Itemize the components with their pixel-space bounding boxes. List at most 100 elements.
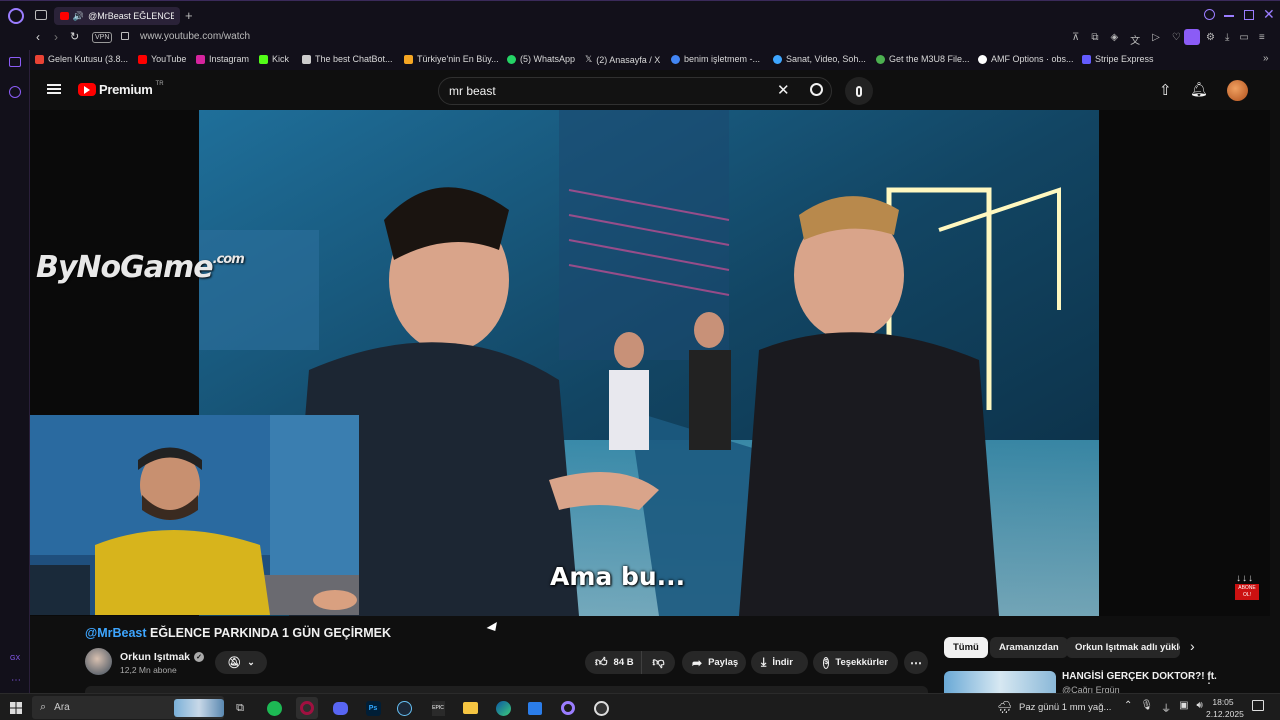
microphone-tray-icon[interactable]: 🎙︎	[1140, 700, 1153, 715]
clock[interactable]: 18:05 2.12.2025	[1206, 697, 1244, 719]
recommended-thumbnail[interactable]	[944, 671, 1056, 693]
bookmark-youtube[interactable]: YouTube	[138, 54, 186, 64]
more-actions-button[interactable]: ⋯	[904, 651, 928, 674]
tray-chevron-icon[interactable]: ⌃	[1124, 700, 1132, 715]
dislike-button[interactable]: 👎︎	[641, 651, 675, 674]
channel-name-row[interactable]: Orkun Işıtmak ✓	[120, 651, 205, 663]
network-icon[interactable]: ▣	[1179, 700, 1188, 715]
bookmark-github[interactable]: AMF Options · obs...	[978, 54, 1074, 64]
edge-icon[interactable]	[492, 697, 514, 719]
extension-active-icon[interactable]	[1184, 29, 1200, 45]
notifications-bell-icon[interactable]: 🔔︎	[1190, 81, 1208, 98]
translate-icon[interactable]: 文	[1130, 32, 1140, 47]
speaker-icon[interactable]: 🔊	[73, 11, 84, 22]
bookmark-instagram[interactable]: Instagram	[196, 54, 249, 64]
url-text[interactable]: www.youtube.com/watch	[140, 31, 250, 42]
microsoft-store-icon[interactable]	[524, 697, 546, 719]
weather-text[interactable]: Paz günü 1 mm yağ...	[1019, 702, 1111, 713]
steam-icon[interactable]	[393, 697, 415, 719]
tab-search-icon[interactable]	[1204, 9, 1215, 20]
bookmark-kick[interactable]: Kick	[259, 54, 289, 64]
shield-icon[interactable]: ◈	[1110, 32, 1118, 47]
lock-icon[interactable]	[121, 32, 129, 40]
chip-from-search[interactable]: Aramanızdan	[990, 637, 1068, 658]
search-input[interactable]: mr beast	[438, 77, 832, 105]
youtube-logo[interactable]: Premium TR	[78, 81, 164, 97]
tab-active[interactable]: 🔊 @MrBeast EĞLENCE P	[54, 7, 180, 25]
wallet-icon[interactable]: ▭	[1239, 32, 1248, 43]
obs-icon[interactable]	[590, 697, 612, 719]
opera-taskbar-icon[interactable]	[557, 697, 579, 719]
bookmark-chatbot[interactable]: The best ChatBot...	[302, 54, 393, 64]
notification-center-icon[interactable]	[1252, 700, 1264, 711]
bookmark-store[interactable]: Türkiye'nin En Büy...	[404, 54, 499, 64]
sidebar-store-icon[interactable]	[9, 57, 21, 67]
video-player[interactable]: ByNoGame.com Ama bu... ↓↓↓ ABONE OL!	[30, 110, 1270, 616]
heart-icon[interactable]: ♡	[1172, 32, 1181, 47]
account-avatar[interactable]	[1227, 80, 1248, 101]
chip-all[interactable]: Tümü	[944, 637, 988, 658]
play-icon[interactable]: ▷	[1152, 32, 1160, 47]
address-bar: ‹ › ↻ VPN www.youtube.com/watch ⊼ ⧉ ◈ 文 …	[0, 26, 1280, 50]
recommended-title[interactable]: HANGİSİ GERÇEK DOKTOR?! ft.	[1062, 671, 1217, 682]
file-explorer-icon[interactable]	[459, 697, 481, 719]
bookmark-whatsapp[interactable]: (5) WhatsApp	[507, 54, 575, 64]
search-icon[interactable]	[810, 83, 823, 96]
opera-gx-taskbar-icon[interactable]	[296, 697, 318, 719]
bookmark-x[interactable]: 𝕏 (2) Anasayfa / X	[585, 54, 660, 65]
back-icon[interactable]: ‹	[36, 30, 40, 44]
vpn-badge[interactable]: VPN	[92, 32, 113, 43]
bookmark-sanat[interactable]: Sanat, Video, Soh...	[773, 54, 866, 64]
epic-games-icon[interactable]: EPIC	[427, 697, 449, 719]
title-mention-link[interactable]: @MrBeast	[85, 626, 147, 640]
pin-icon[interactable]: ⊼	[1072, 32, 1079, 47]
workspace-icon[interactable]	[35, 10, 47, 20]
weather-icon[interactable]: 🌧︎	[997, 700, 1012, 714]
usb-icon[interactable]: ⏚	[1161, 700, 1171, 715]
forward-icon[interactable]: ›	[54, 30, 58, 44]
start-button[interactable]	[5, 697, 27, 719]
sidebar-more-icon[interactable]: ⋯	[11, 675, 21, 686]
upload-icon[interactable]: ⇧	[1159, 81, 1172, 99]
bookmark-google[interactable]: benim işletmem -...	[671, 54, 760, 64]
clear-search-icon[interactable]: ✕	[777, 81, 790, 99]
minimize-icon[interactable]	[1224, 15, 1234, 17]
chips-next-icon[interactable]: ›	[1190, 638, 1195, 654]
subscribe-badge[interactable]: ABONE OL!	[1235, 584, 1259, 600]
task-view-icon[interactable]: ⧉	[229, 697, 251, 719]
chip-channel-uploads[interactable]: Orkun Işıtmak adlı yükle	[1066, 637, 1180, 658]
bookmark-stripe[interactable]: Stripe Express	[1082, 54, 1154, 64]
new-tab-button[interactable]: +	[185, 8, 193, 23]
download-icon[interactable]: ⤓	[1225, 32, 1229, 43]
opera-logo-icon[interactable]	[8, 8, 24, 24]
like-button[interactable]: 👍︎ 84 B	[585, 651, 641, 674]
close-window-icon[interactable]: ✕	[1263, 6, 1275, 23]
bookmarks-more-icon[interactable]: »	[1263, 53, 1269, 64]
menu-icon[interactable]: ≡	[1259, 32, 1265, 43]
history-icon[interactable]	[9, 86, 21, 98]
discord-icon[interactable]	[329, 697, 351, 719]
bookmark-gmail[interactable]: Gelen Kutusu (3.8...	[35, 54, 128, 64]
download-button[interactable]: ⤓ İndir	[751, 651, 808, 674]
share-button[interactable]: ➦ Paylaş	[682, 651, 746, 674]
recommended-menu-icon[interactable]: ⋮	[1203, 672, 1215, 686]
search-highlight-image	[174, 698, 224, 717]
recommended-channel[interactable]: @Çağrı Ergün	[1062, 685, 1120, 693]
taskbar-search[interactable]: ⌕ Ara	[32, 696, 224, 719]
snapshot-icon[interactable]: ⧉	[1091, 32, 1098, 47]
volume-icon[interactable]: 🔊︎	[1197, 700, 1203, 715]
photoshop-icon[interactable]: Ps	[362, 697, 384, 719]
gx-icon[interactable]: GX	[10, 655, 20, 662]
thanks-button[interactable]: $ Teşekkürler	[813, 651, 898, 674]
bookmark-m3u8[interactable]: Get the M3U8 File...	[876, 54, 970, 64]
channel-name[interactable]: Orkun Işıtmak	[120, 651, 190, 663]
extensions-icon[interactable]: ⚙	[1206, 32, 1215, 43]
channel-avatar[interactable]	[85, 648, 112, 675]
spotify-icon[interactable]	[263, 697, 285, 719]
voice-search-button[interactable]	[845, 77, 873, 105]
description-box[interactable]	[85, 686, 928, 693]
subscribed-bell-button[interactable]: 🔕︎ ⌄	[215, 651, 267, 674]
reload-icon[interactable]: ↻	[70, 30, 79, 43]
maximize-icon[interactable]	[1244, 10, 1254, 20]
hamburger-menu-icon[interactable]	[47, 84, 61, 94]
